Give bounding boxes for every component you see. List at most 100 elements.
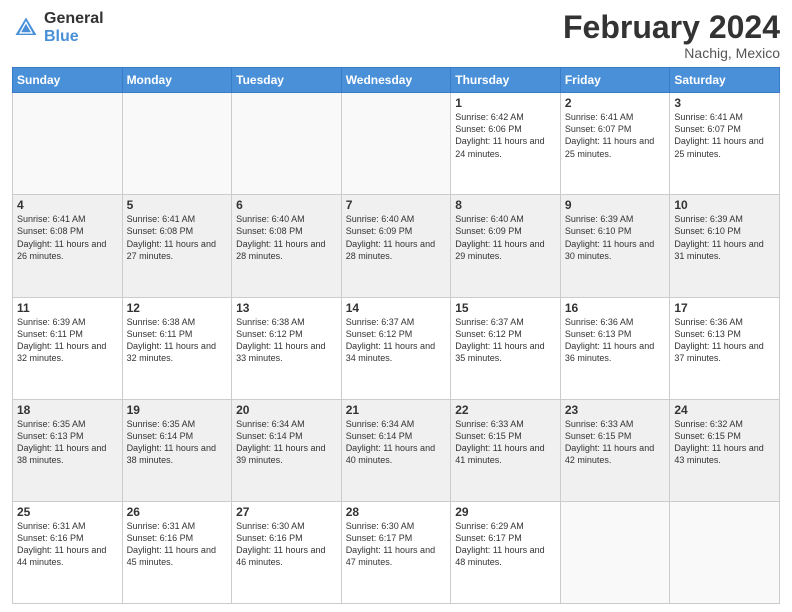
day-number: 9 bbox=[565, 198, 666, 212]
day-number: 2 bbox=[565, 96, 666, 110]
calendar-cell bbox=[122, 93, 232, 195]
day-info: Sunrise: 6:35 AMSunset: 6:14 PMDaylight:… bbox=[127, 418, 228, 467]
day-number: 7 bbox=[346, 198, 447, 212]
calendar-cell: 13Sunrise: 6:38 AMSunset: 6:12 PMDayligh… bbox=[232, 297, 342, 399]
logo-blue: Blue bbox=[44, 28, 104, 46]
calendar-cell: 12Sunrise: 6:38 AMSunset: 6:11 PMDayligh… bbox=[122, 297, 232, 399]
day-number: 13 bbox=[236, 301, 337, 315]
day-info: Sunrise: 6:36 AMSunset: 6:13 PMDaylight:… bbox=[674, 316, 775, 365]
day-number: 6 bbox=[236, 198, 337, 212]
day-number: 20 bbox=[236, 403, 337, 417]
day-info: Sunrise: 6:42 AMSunset: 6:06 PMDaylight:… bbox=[455, 111, 556, 160]
calendar-week-row: 18Sunrise: 6:35 AMSunset: 6:13 PMDayligh… bbox=[13, 399, 780, 501]
day-info: Sunrise: 6:34 AMSunset: 6:14 PMDaylight:… bbox=[346, 418, 447, 467]
calendar-cell: 16Sunrise: 6:36 AMSunset: 6:13 PMDayligh… bbox=[560, 297, 670, 399]
calendar-cell bbox=[232, 93, 342, 195]
day-number: 26 bbox=[127, 505, 228, 519]
day-number: 3 bbox=[674, 96, 775, 110]
calendar-week-row: 11Sunrise: 6:39 AMSunset: 6:11 PMDayligh… bbox=[13, 297, 780, 399]
day-number: 29 bbox=[455, 505, 556, 519]
day-number: 4 bbox=[17, 198, 118, 212]
day-number: 8 bbox=[455, 198, 556, 212]
day-info: Sunrise: 6:37 AMSunset: 6:12 PMDaylight:… bbox=[455, 316, 556, 365]
weekday-header-row: SundayMondayTuesdayWednesdayThursdayFrid… bbox=[13, 68, 780, 93]
day-number: 12 bbox=[127, 301, 228, 315]
day-info: Sunrise: 6:40 AMSunset: 6:09 PMDaylight:… bbox=[455, 213, 556, 262]
weekday-header-thursday: Thursday bbox=[451, 68, 561, 93]
calendar-cell: 20Sunrise: 6:34 AMSunset: 6:14 PMDayligh… bbox=[232, 399, 342, 501]
weekday-header-saturday: Saturday bbox=[670, 68, 780, 93]
location: Nachig, Mexico bbox=[563, 45, 780, 61]
calendar-cell: 26Sunrise: 6:31 AMSunset: 6:16 PMDayligh… bbox=[122, 501, 232, 603]
calendar-cell: 3Sunrise: 6:41 AMSunset: 6:07 PMDaylight… bbox=[670, 93, 780, 195]
weekday-header-sunday: Sunday bbox=[13, 68, 123, 93]
day-number: 18 bbox=[17, 403, 118, 417]
day-info: Sunrise: 6:33 AMSunset: 6:15 PMDaylight:… bbox=[565, 418, 666, 467]
calendar-cell: 23Sunrise: 6:33 AMSunset: 6:15 PMDayligh… bbox=[560, 399, 670, 501]
day-number: 17 bbox=[674, 301, 775, 315]
day-number: 28 bbox=[346, 505, 447, 519]
day-info: Sunrise: 6:39 AMSunset: 6:10 PMDaylight:… bbox=[674, 213, 775, 262]
calendar-cell: 19Sunrise: 6:35 AMSunset: 6:14 PMDayligh… bbox=[122, 399, 232, 501]
calendar-cell: 18Sunrise: 6:35 AMSunset: 6:13 PMDayligh… bbox=[13, 399, 123, 501]
day-info: Sunrise: 6:41 AMSunset: 6:08 PMDaylight:… bbox=[17, 213, 118, 262]
calendar-cell: 1Sunrise: 6:42 AMSunset: 6:06 PMDaylight… bbox=[451, 93, 561, 195]
weekday-header-wednesday: Wednesday bbox=[341, 68, 451, 93]
day-number: 23 bbox=[565, 403, 666, 417]
calendar-cell: 22Sunrise: 6:33 AMSunset: 6:15 PMDayligh… bbox=[451, 399, 561, 501]
header: General Blue February 2024 Nachig, Mexic… bbox=[12, 10, 780, 61]
logo: General Blue bbox=[12, 10, 104, 45]
day-info: Sunrise: 6:35 AMSunset: 6:13 PMDaylight:… bbox=[17, 418, 118, 467]
calendar-cell: 27Sunrise: 6:30 AMSunset: 6:16 PMDayligh… bbox=[232, 501, 342, 603]
calendar-cell: 15Sunrise: 6:37 AMSunset: 6:12 PMDayligh… bbox=[451, 297, 561, 399]
calendar-cell: 14Sunrise: 6:37 AMSunset: 6:12 PMDayligh… bbox=[341, 297, 451, 399]
day-number: 25 bbox=[17, 505, 118, 519]
day-info: Sunrise: 6:30 AMSunset: 6:16 PMDaylight:… bbox=[236, 520, 337, 569]
day-number: 16 bbox=[565, 301, 666, 315]
calendar-cell bbox=[670, 501, 780, 603]
calendar-cell: 4Sunrise: 6:41 AMSunset: 6:08 PMDaylight… bbox=[13, 195, 123, 297]
day-info: Sunrise: 6:31 AMSunset: 6:16 PMDaylight:… bbox=[17, 520, 118, 569]
month-title: February 2024 bbox=[563, 10, 780, 45]
day-number: 24 bbox=[674, 403, 775, 417]
day-number: 15 bbox=[455, 301, 556, 315]
day-number: 19 bbox=[127, 403, 228, 417]
calendar-cell: 29Sunrise: 6:29 AMSunset: 6:17 PMDayligh… bbox=[451, 501, 561, 603]
day-number: 5 bbox=[127, 198, 228, 212]
calendar-cell: 7Sunrise: 6:40 AMSunset: 6:09 PMDaylight… bbox=[341, 195, 451, 297]
page: General Blue February 2024 Nachig, Mexic… bbox=[0, 0, 792, 612]
day-info: Sunrise: 6:41 AMSunset: 6:08 PMDaylight:… bbox=[127, 213, 228, 262]
day-info: Sunrise: 6:30 AMSunset: 6:17 PMDaylight:… bbox=[346, 520, 447, 569]
day-number: 1 bbox=[455, 96, 556, 110]
day-info: Sunrise: 6:38 AMSunset: 6:12 PMDaylight:… bbox=[236, 316, 337, 365]
calendar-cell: 10Sunrise: 6:39 AMSunset: 6:10 PMDayligh… bbox=[670, 195, 780, 297]
day-info: Sunrise: 6:29 AMSunset: 6:17 PMDaylight:… bbox=[455, 520, 556, 569]
calendar-cell bbox=[560, 501, 670, 603]
day-number: 21 bbox=[346, 403, 447, 417]
calendar-cell: 6Sunrise: 6:40 AMSunset: 6:08 PMDaylight… bbox=[232, 195, 342, 297]
day-info: Sunrise: 6:40 AMSunset: 6:09 PMDaylight:… bbox=[346, 213, 447, 262]
calendar-cell: 11Sunrise: 6:39 AMSunset: 6:11 PMDayligh… bbox=[13, 297, 123, 399]
day-number: 27 bbox=[236, 505, 337, 519]
logo-text: General Blue bbox=[44, 10, 104, 45]
day-number: 11 bbox=[17, 301, 118, 315]
calendar-week-row: 4Sunrise: 6:41 AMSunset: 6:08 PMDaylight… bbox=[13, 195, 780, 297]
weekday-header-friday: Friday bbox=[560, 68, 670, 93]
calendar-cell: 2Sunrise: 6:41 AMSunset: 6:07 PMDaylight… bbox=[560, 93, 670, 195]
calendar-table: SundayMondayTuesdayWednesdayThursdayFrid… bbox=[12, 67, 780, 604]
day-info: Sunrise: 6:36 AMSunset: 6:13 PMDaylight:… bbox=[565, 316, 666, 365]
day-number: 14 bbox=[346, 301, 447, 315]
day-info: Sunrise: 6:39 AMSunset: 6:10 PMDaylight:… bbox=[565, 213, 666, 262]
day-info: Sunrise: 6:38 AMSunset: 6:11 PMDaylight:… bbox=[127, 316, 228, 365]
logo-general: General bbox=[44, 10, 104, 28]
day-info: Sunrise: 6:41 AMSunset: 6:07 PMDaylight:… bbox=[565, 111, 666, 160]
day-info: Sunrise: 6:32 AMSunset: 6:15 PMDaylight:… bbox=[674, 418, 775, 467]
calendar-cell: 17Sunrise: 6:36 AMSunset: 6:13 PMDayligh… bbox=[670, 297, 780, 399]
calendar-cell bbox=[341, 93, 451, 195]
calendar-cell: 21Sunrise: 6:34 AMSunset: 6:14 PMDayligh… bbox=[341, 399, 451, 501]
generalblue-logo-icon bbox=[12, 14, 40, 42]
calendar-cell: 9Sunrise: 6:39 AMSunset: 6:10 PMDaylight… bbox=[560, 195, 670, 297]
calendar-cell: 25Sunrise: 6:31 AMSunset: 6:16 PMDayligh… bbox=[13, 501, 123, 603]
weekday-header-monday: Monday bbox=[122, 68, 232, 93]
day-info: Sunrise: 6:31 AMSunset: 6:16 PMDaylight:… bbox=[127, 520, 228, 569]
